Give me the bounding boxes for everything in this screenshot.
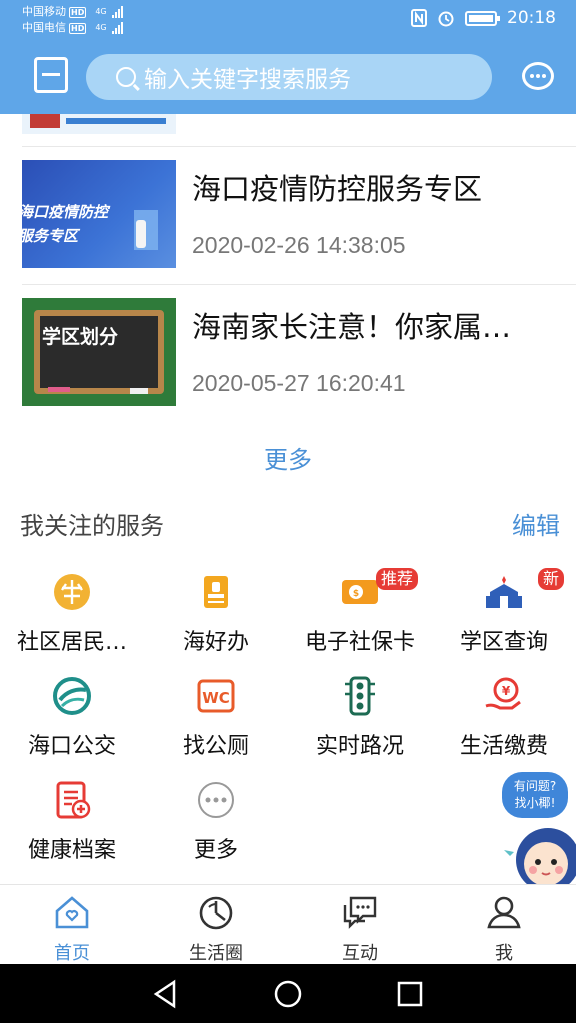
system-nav-bar bbox=[0, 964, 576, 1023]
section-title: 我关注的服务 bbox=[20, 512, 164, 540]
news-item[interactable]: 海口疫情防控 服务专区 海口疫情防控服务专区 2020-02-26 14:38:… bbox=[22, 160, 562, 270]
news-time: 2020-02-26 14:38:05 bbox=[192, 232, 406, 258]
more-news-link[interactable]: 更多 bbox=[0, 440, 576, 475]
news-thumbnail-partial bbox=[22, 114, 176, 134]
more-icon bbox=[198, 782, 234, 818]
service-school-district[interactable]: 新 学区查询 bbox=[432, 568, 576, 672]
service-bus[interactable]: 海口公交 bbox=[0, 676, 144, 776]
service-label: 健康档案 bbox=[27, 838, 116, 863]
divider bbox=[22, 146, 576, 147]
status-bar: 中国移动 HD 4G 中国电信 HD 4G 20:18 bbox=[0, 0, 576, 40]
service-label: 电子社保卡 bbox=[304, 630, 415, 655]
thumbnail-text: 学区划分 bbox=[42, 326, 119, 348]
tab-home[interactable]: 首页 bbox=[22, 893, 122, 965]
news-item[interactable]: 学区划分 海南家长注意！你家属… 2020-05-27 16:20:41 bbox=[22, 298, 562, 408]
hd-badge: HD bbox=[69, 22, 87, 34]
carrier-2: 中国电信 bbox=[22, 21, 66, 34]
new-badge: 新 bbox=[538, 568, 565, 590]
home-icon bbox=[55, 896, 89, 929]
hd-badge: HD bbox=[69, 6, 87, 18]
menu-icon[interactable] bbox=[34, 57, 68, 93]
carrier-1: 中国移动 bbox=[22, 5, 66, 18]
signal-icon bbox=[111, 22, 123, 34]
health-record-icon bbox=[56, 781, 91, 819]
search-bar[interactable]: 输入关键字搜索服务 bbox=[86, 54, 492, 100]
svg-text:¥: ¥ bbox=[502, 684, 511, 698]
news-thumbnail: 海口疫情防控 服务专区 bbox=[22, 160, 176, 268]
service-label: 海口公交 bbox=[27, 734, 116, 759]
stamp-icon bbox=[204, 576, 228, 608]
news-title: 海口疫情防控服务专区 bbox=[192, 172, 483, 206]
news-time: 2020-05-27 16:20:41 bbox=[192, 370, 406, 396]
app-header: 输入关键字搜索服务 bbox=[0, 40, 576, 114]
tab-interaction[interactable]: 互动 bbox=[310, 893, 410, 965]
signal-icon bbox=[111, 6, 123, 18]
battery-icon bbox=[465, 10, 500, 26]
life-circle-icon bbox=[199, 896, 233, 930]
bottom-tab-bar: 首页 生活圈 互动 我 bbox=[0, 884, 576, 964]
thumbnail-text: 海口疫情防控 服务专区 bbox=[22, 203, 109, 245]
payment-icon: ¥ bbox=[485, 677, 521, 710]
service-payment[interactable]: ¥ 生活缴费 bbox=[432, 676, 576, 776]
back-icon[interactable] bbox=[150, 978, 182, 1010]
chat-icon[interactable] bbox=[522, 62, 554, 90]
news-thumbnail: 学区划分 bbox=[22, 298, 176, 406]
school-icon bbox=[486, 576, 522, 608]
wc-icon: WC bbox=[197, 679, 235, 713]
divider bbox=[22, 284, 576, 285]
network-type: 4G bbox=[95, 23, 107, 32]
service-toilet[interactable]: WC 找公厕 bbox=[144, 676, 288, 776]
service-label: 社区居民… bbox=[16, 630, 127, 655]
mascot-line-2: 找小椰! bbox=[514, 796, 556, 810]
service-label: 更多 bbox=[193, 838, 238, 863]
alarm-icon bbox=[438, 11, 454, 27]
clock: 20:18 bbox=[507, 8, 556, 28]
interaction-icon bbox=[343, 896, 377, 929]
svg-text:$: $ bbox=[353, 589, 359, 599]
social-card-icon: $ bbox=[342, 580, 378, 604]
profile-icon bbox=[487, 896, 521, 929]
tab-label: 首页 bbox=[54, 943, 90, 964]
carrier-info: 中国移动 HD 4G 中国电信 HD 4G bbox=[22, 4, 123, 36]
traffic-light-icon bbox=[345, 676, 375, 716]
tab-label: 互动 bbox=[342, 943, 378, 964]
search-icon bbox=[116, 67, 136, 87]
service-label: 学区查询 bbox=[459, 630, 548, 655]
service-traffic[interactable]: 实时路况 bbox=[288, 676, 432, 776]
recents-icon[interactable] bbox=[394, 978, 426, 1010]
service-label: 找公厕 bbox=[182, 734, 249, 759]
mascot-help-bubble[interactable]: 有问题? 找小椰! bbox=[502, 772, 568, 818]
tab-life-circle[interactable]: 生活圈 bbox=[166, 893, 266, 965]
service-social-card[interactable]: $ 推荐 电子社保卡 bbox=[288, 568, 432, 672]
service-health-record[interactable]: 健康档案 bbox=[0, 780, 144, 880]
network-type: 4G bbox=[95, 7, 107, 16]
community-icon bbox=[54, 574, 90, 610]
service-label: 实时路况 bbox=[315, 734, 404, 759]
tab-profile[interactable]: 我 bbox=[454, 893, 554, 965]
search-input[interactable]: 输入关键字搜索服务 bbox=[144, 60, 351, 94]
service-label: 海好办 bbox=[182, 630, 249, 655]
service-community[interactable]: 社区居民… bbox=[0, 572, 144, 672]
mascot-line-1: 有问题? bbox=[513, 779, 557, 793]
tab-label: 我 bbox=[495, 943, 513, 964]
service-label: 生活缴费 bbox=[459, 734, 548, 759]
nfc-icon bbox=[411, 9, 427, 27]
home-nav-icon[interactable] bbox=[272, 978, 304, 1010]
bus-icon bbox=[53, 677, 91, 715]
svg-text:WC: WC bbox=[202, 689, 230, 707]
recommend-badge: 推荐 bbox=[376, 568, 419, 590]
service-haohaoban[interactable]: 海好办 bbox=[144, 572, 288, 672]
tab-label: 生活圈 bbox=[189, 943, 243, 964]
mascot-icon[interactable] bbox=[502, 818, 576, 892]
edit-button[interactable]: 编辑 bbox=[512, 506, 560, 541]
news-title: 海南家长注意！你家属… bbox=[192, 310, 512, 344]
service-more[interactable]: 更多 bbox=[144, 780, 288, 880]
